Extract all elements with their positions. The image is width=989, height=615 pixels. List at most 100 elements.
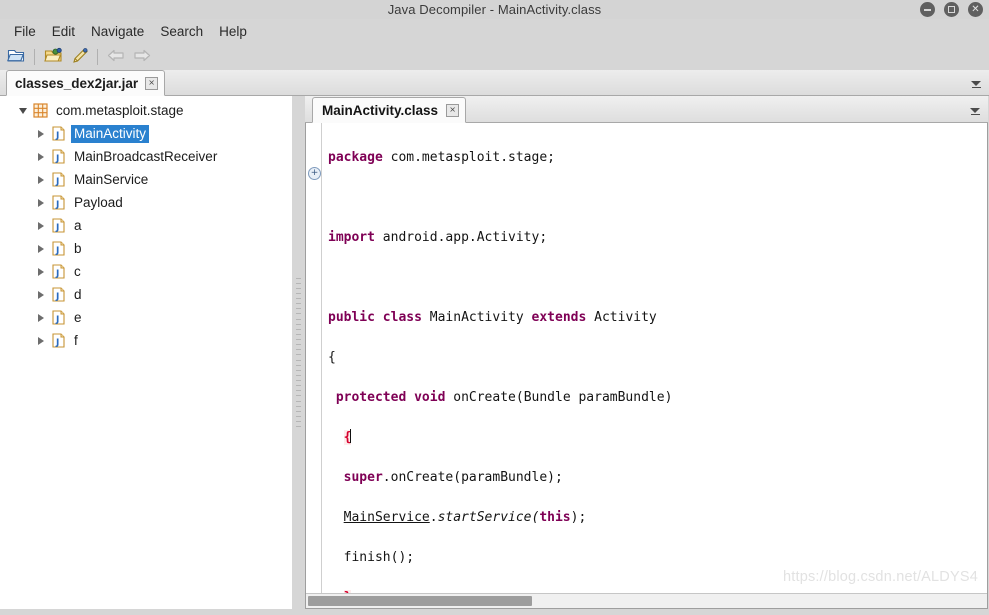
forward-button[interactable]	[130, 45, 154, 68]
tree-label-f: f	[74, 332, 78, 348]
tree-toggle-mainservice[interactable]	[32, 175, 50, 184]
editor-tab-label: MainActivity.class	[322, 102, 439, 118]
menu-search[interactable]: Search	[152, 22, 211, 41]
token-super-type: Activity	[594, 310, 657, 325]
menu-file[interactable]: File	[6, 22, 44, 41]
minimize-button[interactable]	[920, 2, 935, 17]
editor-tab-mainactivity[interactable]: MainActivity.class ×	[312, 97, 467, 123]
tree-label-d: d	[74, 286, 82, 302]
tree-row-a[interactable]: J a	[0, 214, 291, 237]
token-dot: .	[429, 510, 438, 525]
token-super-keyword: super	[343, 470, 383, 485]
java-class-icon: J	[50, 333, 67, 349]
java-class-icon: J	[50, 218, 67, 234]
token-method-signature: onCreate(Bundle paramBundle)	[453, 390, 673, 405]
svg-text:J: J	[55, 246, 59, 256]
pen-icon	[70, 47, 89, 67]
tree-toggle-e[interactable]	[32, 313, 50, 322]
jar-tab-menu-button[interactable]	[970, 78, 982, 91]
package-tree-panel: com.metasploit.stage J MainActivity J Ma…	[0, 96, 292, 609]
tree-label-mainservice: MainService	[74, 171, 149, 187]
svg-text:J: J	[55, 200, 59, 210]
tree-toggle-b[interactable]	[32, 244, 50, 253]
close-button[interactable]: ✕	[968, 2, 983, 17]
java-class-icon: J	[50, 287, 67, 303]
editor-horizontal-scrollbar-thumb[interactable]	[308, 596, 532, 606]
jar-tab-classes-dex2jar[interactable]: classes_dex2jar.jar ×	[6, 70, 166, 96]
edit-button[interactable]	[67, 45, 91, 68]
package-tree: com.metasploit.stage J MainActivity J Ma…	[0, 96, 291, 352]
code-line-3: import android.app.Activity;	[328, 228, 987, 248]
java-decompiler-window: Java Decompiler - MainActivity.class ✕ F…	[0, 0, 989, 615]
token-this-keyword: this	[539, 510, 571, 525]
tree-label-package: com.metasploit.stage	[56, 102, 184, 118]
tree-toggle-mainbroadcastreceiver[interactable]	[32, 152, 50, 161]
code-line-1: package com.metasploit.stage;	[328, 148, 987, 168]
token-public-keyword: public	[328, 310, 375, 325]
svg-text:J: J	[55, 154, 59, 164]
code-line-10: MainService.startService(this);	[328, 508, 987, 528]
package-icon	[32, 103, 49, 119]
token-startservice-method: startService(	[437, 510, 540, 525]
back-arrow-icon	[106, 48, 126, 66]
window-bottom-strip	[0, 609, 989, 615]
tree-toggle-c[interactable]	[32, 267, 50, 276]
tree-row-package[interactable]: com.metasploit.stage	[0, 99, 291, 122]
back-button[interactable]	[104, 45, 128, 68]
menu-bar: File Edit Navigate Search Help	[0, 19, 989, 43]
tree-row-mainservice[interactable]: J MainService	[0, 168, 291, 191]
window-controls: ✕	[920, 0, 983, 19]
tree-row-d[interactable]: J d	[0, 283, 291, 306]
tree-label-a: a	[74, 217, 82, 233]
menu-underline	[970, 113, 980, 116]
jar-tab-label: classes_dex2jar.jar	[15, 75, 139, 91]
panel-splitter[interactable]	[292, 96, 305, 609]
svg-text:J: J	[55, 131, 59, 141]
fold-expand-icon[interactable]: +	[308, 167, 321, 180]
tree-row-e[interactable]: J e	[0, 306, 291, 329]
open-file-button[interactable]	[4, 45, 28, 68]
editor-gutter: +	[306, 123, 322, 593]
tree-toggle-payload[interactable]	[32, 198, 50, 207]
editor-horizontal-scrollbar[interactable]	[306, 593, 987, 608]
tree-label-b: b	[74, 240, 82, 256]
chevron-down-icon	[971, 80, 981, 86]
open-folder-icon	[6, 47, 26, 67]
tree-toggle-package[interactable]	[14, 107, 32, 114]
editor-tab-menu-button[interactable]	[969, 105, 981, 118]
java-class-icon: J	[50, 195, 67, 211]
tree-row-f[interactable]: J f	[0, 329, 291, 352]
tree-row-b[interactable]: J b	[0, 237, 291, 260]
menu-help[interactable]: Help	[211, 22, 255, 41]
java-class-icon: J	[50, 310, 67, 326]
tree-row-c[interactable]: J c	[0, 260, 291, 283]
source-code[interactable]: package com.metasploit.stage; import and…	[322, 123, 987, 593]
tree-toggle-f[interactable]	[32, 336, 50, 345]
editor-body: + package com.metasploit.stage; import a…	[306, 123, 987, 593]
editor-tab-close-icon[interactable]: ×	[446, 103, 460, 117]
tree-toggle-mainactivity[interactable]	[32, 129, 50, 138]
chevron-down-icon	[970, 107, 980, 113]
java-class-icon: J	[50, 149, 67, 165]
token-class-open-brace: {	[328, 350, 336, 365]
token-mainservice-link[interactable]: MainService	[344, 510, 430, 525]
tree-row-payload[interactable]: J Payload	[0, 191, 291, 214]
maximize-button[interactable]	[944, 2, 959, 17]
title-bar: Java Decompiler - MainActivity.class ✕	[0, 0, 989, 19]
splitter-grip-icon	[296, 277, 301, 428]
open-type-button[interactable]	[41, 45, 65, 68]
tree-toggle-a[interactable]	[32, 221, 50, 230]
tree-toggle-d[interactable]	[32, 290, 50, 299]
menu-edit[interactable]: Edit	[44, 22, 83, 41]
editor-panel: MainActivity.class × + package com.metas…	[305, 96, 989, 609]
svg-text:J: J	[55, 223, 59, 233]
token-super-call: .onCreate(paramBundle);	[382, 470, 563, 485]
toolbar-separator-1	[34, 48, 35, 65]
maximize-icon	[948, 6, 955, 13]
menu-navigate[interactable]: Navigate	[83, 22, 152, 41]
token-protected-keyword: protected	[335, 390, 407, 405]
tree-row-mainactivity[interactable]: J MainActivity	[0, 122, 291, 145]
jar-tab-close-icon[interactable]: ×	[145, 76, 159, 90]
token-extends-keyword: extends	[531, 310, 587, 325]
tree-row-mainbroadcastreceiver[interactable]: J MainBroadcastReceiver	[0, 145, 291, 168]
